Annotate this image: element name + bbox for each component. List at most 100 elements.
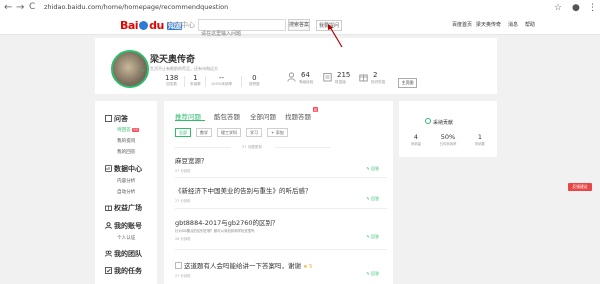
question-time: 28 分钟前 [175, 237, 191, 241]
sidebar-item-verification[interactable]: 个人认证 [117, 235, 135, 241]
feedback-button[interactable]: 反馈建议 [568, 183, 592, 191]
section-label: 我的团队 [114, 250, 142, 258]
stat-label: 财富值 [335, 80, 346, 84]
divider [275, 147, 331, 148]
sidebar-item-pending[interactable]: 待回答 99 [117, 127, 139, 133]
stat-value: 4 [413, 133, 419, 141]
stat-label: 知识财富 [371, 80, 386, 84]
qa-icon [105, 115, 112, 122]
sidebar-item-auto-analysis[interactable]: 自动分析 [117, 189, 135, 195]
stat-value: 0 [252, 74, 257, 82]
active-tab-indicator [175, 120, 205, 121]
tab-find-questions[interactable]: 找题答题 [285, 111, 311, 121]
link-username[interactable]: 梁天奥传奇 [476, 21, 501, 28]
stat-label: 采纳量 [410, 142, 422, 146]
account-icon[interactable]: ● [572, 3, 580, 13]
forward-icon[interactable]: → [16, 2, 24, 13]
divider [175, 249, 387, 250]
stat-value: 1 [477, 133, 483, 141]
stat-label: 等级经验 [299, 80, 314, 84]
bookmark-star-icon[interactable]: ☆ [554, 3, 562, 13]
link-help[interactable]: 帮助 [525, 21, 535, 28]
ask-question-button[interactable]: 我要提问 [316, 20, 343, 31]
link-baidu-home[interactable]: 百度首页 [452, 21, 472, 28]
question-item[interactable]: 《新经济下中国美业的告别与重生》的听后感？ 27 分钟前 ✎ 回答 [175, 185, 385, 203]
divider [205, 76, 206, 87]
stat-value: 50% [440, 133, 456, 141]
answer-label: 回答 [371, 166, 379, 171]
logo-text-bai: Bai [120, 19, 139, 32]
divider [175, 208, 387, 209]
count-badge: 99 [132, 128, 139, 132]
question-title[interactable]: gbt8884-2017与gb2760的区别？ [175, 217, 385, 227]
paw-icon [139, 21, 149, 30]
filter-science[interactable]: 理工学科 [217, 128, 241, 137]
contrib-stat: 50% 日均采纳率 [436, 133, 460, 146]
stat-value: -- [219, 74, 225, 82]
task-icon [105, 267, 112, 274]
stat-adopt-rate: -- 100%采纳率 [211, 74, 232, 87]
back-icon[interactable]: ← [4, 2, 12, 13]
answer-button[interactable]: ✎ 回答 [366, 271, 379, 277]
search-field[interactable] [198, 19, 286, 38]
sidebar-item-content-analysis[interactable]: 内容分析 [117, 178, 135, 184]
sidebar-section-account[interactable]: 我的账号 [105, 221, 142, 231]
sidebar-section-team[interactable]: 我的团队 [104, 249, 142, 259]
tab-all-questions[interactable]: 全部问题 [250, 111, 276, 121]
filter-math[interactable]: 数学 [196, 128, 212, 137]
personal-center-label: 个人中心 [167, 21, 195, 29]
checkbox[interactable] [175, 262, 182, 269]
divider [184, 76, 185, 87]
answer-label: 回答 [371, 196, 379, 201]
question-description: 针对GB要点的区别在哪？都可以添加到和学检查里吗 [175, 229, 255, 233]
filter-add[interactable]: + 添加 [267, 128, 288, 137]
stat-label: 采纳数 [190, 82, 201, 86]
stat-value: 215 [337, 71, 351, 79]
team-icon [104, 250, 113, 257]
question-item[interactable]: 这道题有人会吗能给讲一下答案吗，谢谢 ★ 5 27 分钟前 ✎ 回答 [175, 260, 385, 278]
link-messages[interactable]: 消息 [508, 21, 518, 28]
sidebar-item-my-questions[interactable]: 我的提问 [117, 138, 135, 144]
filter-all[interactable]: 全部 [175, 128, 191, 137]
question-time: 27 分钟前 [175, 169, 191, 173]
panel-title-text: 采纳贡献 [433, 120, 454, 126]
answer-button[interactable]: ✎ 回答 [366, 234, 379, 240]
answer-label: 回答 [371, 271, 379, 276]
site-header: Baidu 知道 个人中心 搜索答案 我要提问 百度首页 梁天奥传奇 消息 帮助 [0, 17, 600, 38]
question-title[interactable]: 《新经济下中国美业的告别与重生》的听后感？ [175, 185, 385, 195]
logo-text-du: du [149, 19, 164, 32]
answer-button[interactable]: ✎ 回答 [366, 166, 379, 172]
search-input[interactable] [199, 30, 285, 38]
verified-icon: ✔ [141, 68, 146, 74]
answer-button[interactable]: ✎ 回答 [366, 196, 379, 202]
search-answer-button[interactable]: 搜索答案 [288, 19, 310, 31]
question-title[interactable]: 麻豆宽源？ [175, 155, 385, 165]
question-item[interactable]: 麻豆宽源？ 27 分钟前 ✎ 回答 [175, 155, 385, 173]
homepage-button[interactable]: 主页图 [398, 78, 417, 88]
sidebar-section-qa[interactable]: 问答 [105, 114, 128, 124]
sidebar-section-data[interactable]: 数据中心 [105, 164, 142, 174]
sidebar-section-rights[interactable]: 权益广场 [105, 203, 142, 213]
divider [175, 177, 387, 178]
stat-value: 64 [301, 71, 310, 79]
sidebar-item-my-answers[interactable]: 我的回答 [117, 149, 135, 155]
section-label: 数据中心 [114, 165, 142, 173]
section-label: 我的账号 [114, 222, 142, 230]
browser-menu-icon[interactable]: ⋮ [588, 3, 597, 13]
question-title[interactable]: 这道题有人会吗能给讲一下答案吗，谢谢 ★ 5 [175, 260, 385, 270]
sidebar-section-tasks[interactable]: 我的任务 [105, 266, 142, 276]
new-badge: 新 [313, 107, 319, 112]
filter-study[interactable]: 学习 [246, 128, 262, 137]
reload-icon[interactable]: C [29, 2, 35, 12]
gift-icon [359, 72, 368, 82]
question-item[interactable]: gbt8884-2017与gb2760的区别？ 针对GB要点的区别在哪？都可以添… [175, 217, 385, 241]
profile-username: 梁天奥传奇 [150, 55, 196, 65]
account-icon [105, 222, 112, 229]
tab-cool-answer[interactable]: 酷包答题 [214, 111, 240, 121]
address-bar[interactable]: zhidao.baidu.com/home/homepage/recommend… [44, 3, 228, 11]
stat-value: 1 [193, 74, 198, 82]
update-tip[interactable]: 27 问题更新 [242, 145, 262, 150]
data-icon [105, 165, 112, 172]
question-feed: 推荐问题 酷包答题 全部问题 找题答题 新 全部 数学 理工学科 学习 + 添加… [164, 101, 393, 284]
stat-likes: 0 被赞数 [249, 74, 260, 87]
